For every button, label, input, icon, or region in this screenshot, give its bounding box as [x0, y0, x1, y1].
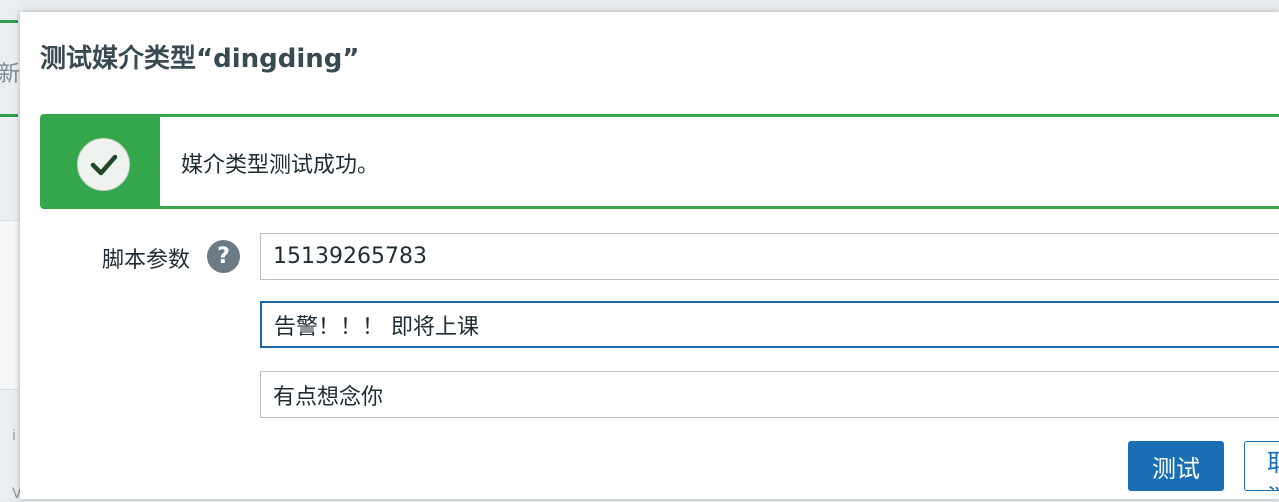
background-panel: [0, 220, 18, 390]
success-message-text: 媒介类型测试成功。: [181, 153, 380, 178]
script-param-input-2[interactable]: [260, 301, 1279, 348]
help-icon[interactable]: ?: [207, 240, 240, 273]
background-tab-indicator: [0, 20, 18, 23]
cancel-button[interactable]: 取消: [1244, 441, 1279, 491]
success-message: 媒介类型测试成功。: [40, 114, 1279, 209]
script-param-input-3[interactable]: [260, 371, 1279, 418]
background-tab-label: 新: [0, 62, 21, 87]
dialog-title: 测试媒介类型“dingding”: [40, 44, 360, 74]
background-text-fragment: i: [12, 428, 16, 444]
background-divider: [0, 114, 18, 117]
test-button[interactable]: 测试: [1128, 441, 1224, 491]
success-icon-area: [43, 117, 160, 206]
check-icon: [77, 138, 130, 191]
script-param-input-1[interactable]: [260, 233, 1279, 280]
script-params-label: 脚本参数: [102, 248, 191, 273]
test-media-type-dialog: 测试媒介类型“dingding” 媒介类型测试成功。 脚本参数 ? 测试 取消: [20, 12, 1279, 499]
